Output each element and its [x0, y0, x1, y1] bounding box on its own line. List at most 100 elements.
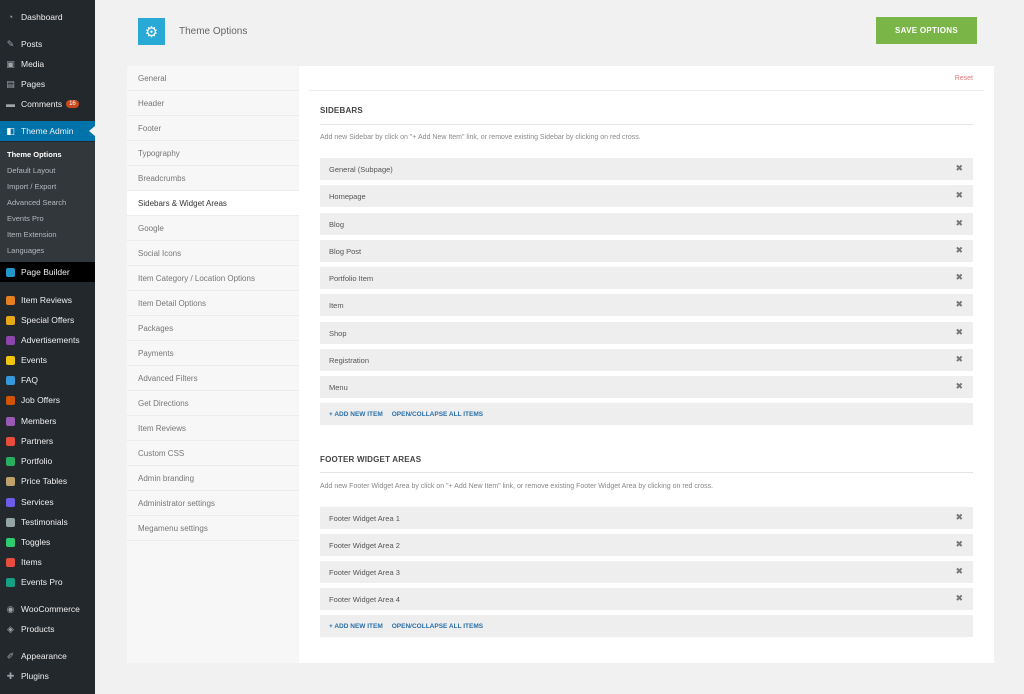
menu-partners[interactable]: Partners — [0, 431, 95, 451]
sidebar-item[interactable]: Blog ✖ — [320, 213, 973, 235]
sidebar-item[interactable]: Item ✖ — [320, 294, 973, 316]
sidebar-item[interactable]: Registration ✖ — [320, 349, 973, 371]
tab-get-directions[interactable]: Get Directions — [127, 391, 299, 416]
menu-testimonials[interactable]: Testimonials — [0, 512, 95, 532]
sidebars-section-title: SIDEBARS — [320, 106, 363, 115]
menu-faq[interactable]: FAQ — [0, 370, 95, 390]
page-title: Theme Options — [179, 26, 248, 37]
toggle-sidebars-link[interactable]: OPEN/COLLAPSE ALL ITEMS — [392, 411, 483, 418]
tab-social-icons[interactable]: Social Icons — [127, 241, 299, 266]
remove-icon[interactable]: ✖ — [955, 246, 963, 255]
sidebar-item[interactable]: Shop ✖ — [320, 322, 973, 344]
remove-icon[interactable]: ✖ — [955, 164, 963, 173]
toggle-footer-widgets-link[interactable]: OPEN/COLLAPSE ALL ITEMS — [392, 623, 483, 630]
tab-packages[interactable]: Packages — [127, 316, 299, 341]
sidebar-item[interactable]: General (Subpage) ✖ — [320, 158, 973, 180]
tab-megamenu-settings[interactable]: Megamenu settings — [127, 516, 299, 541]
tab-administrator-settings[interactable]: Administrator settings — [127, 491, 299, 516]
comments-icon: ▬ — [6, 99, 15, 109]
sidebar-item-label: Blog Post — [329, 246, 362, 256]
admin-sidebar: ◔ Dashboard ✎ Posts ▣ Media ▤ Pages ▬ Comment… — [0, 0, 95, 694]
menu-advertisements[interactable]: Advertisements — [0, 330, 95, 350]
remove-icon[interactable]: ✖ — [955, 191, 963, 200]
submenu-advanced-search[interactable]: Advanced Search — [7, 198, 66, 207]
sidebar-item[interactable]: Portfolio Item ✖ — [320, 267, 973, 289]
menu-posts[interactable]: ✎ Posts — [0, 34, 95, 54]
menu-pages[interactable]: ▤ Pages — [0, 74, 95, 94]
divider — [320, 472, 973, 473]
sidebar-item-label: Menu — [329, 382, 348, 392]
menu-events[interactable]: Events — [0, 350, 95, 370]
tab-sidebars-widget-areas[interactable]: Sidebars & Widget Areas — [127, 191, 299, 216]
menu-woocommerce[interactable]: ◉ WooCommerce — [0, 599, 95, 619]
footer-widget-item[interactable]: Footer Widget Area 1 ✖ — [320, 507, 973, 529]
tab-advanced-filters[interactable]: Advanced Filters — [127, 366, 299, 391]
reset-link[interactable]: Reset — [955, 75, 973, 82]
menu-job-offers[interactable]: Job Offers — [0, 390, 95, 410]
menu-portfolio[interactable]: Portfolio — [0, 451, 95, 471]
remove-icon[interactable]: ✖ — [955, 355, 963, 364]
remove-icon[interactable]: ✖ — [955, 513, 963, 522]
submenu-theme-options[interactable]: Theme Options — [7, 150, 62, 159]
tab-header[interactable]: Header — [127, 91, 299, 116]
menu-price-tables[interactable]: Price Tables — [0, 471, 95, 491]
menu-plugins[interactable]: ✚ Plugins — [0, 666, 95, 686]
services-icon — [5, 497, 16, 508]
footer-widget-item[interactable]: Footer Widget Area 4 ✖ — [320, 588, 973, 610]
submenu-import-export[interactable]: Import / Export — [7, 182, 56, 191]
remove-icon[interactable]: ✖ — [955, 540, 963, 549]
menu-members[interactable]: Members — [0, 411, 95, 431]
tab-custom-css[interactable]: Custom CSS — [127, 441, 299, 466]
tab-item-reviews[interactable]: Item Reviews — [127, 416, 299, 441]
menu-items[interactable]: Items — [0, 552, 95, 572]
toggles-icon — [5, 537, 16, 548]
tab-breadcrumbs[interactable]: Breadcrumbs — [127, 166, 299, 191]
sidebar-item-label: Shop — [329, 328, 347, 338]
tab-google[interactable]: Google — [127, 216, 299, 241]
pin-icon: ✎ — [6, 38, 15, 49]
remove-icon[interactable]: ✖ — [955, 594, 963, 603]
menu-media[interactable]: ▣ Media — [0, 54, 95, 74]
menu-appearance[interactable]: ✐ Appearance — [0, 646, 95, 666]
save-options-button[interactable]: SAVE OPTIONS — [876, 17, 977, 44]
remove-icon[interactable]: ✖ — [955, 382, 963, 391]
menu-comments[interactable]: ▬ Comments 16 — [0, 94, 95, 114]
tab-payments[interactable]: Payments — [127, 341, 299, 366]
job-offers-icon — [5, 395, 16, 406]
menu-events-pro[interactable]: Events Pro — [0, 572, 95, 592]
tab-item-detail-options[interactable]: Item Detail Options — [127, 291, 299, 316]
footer-widget-item[interactable]: Footer Widget Area 3 ✖ — [320, 561, 973, 583]
menu-page-builder[interactable]: Page Builder — [0, 262, 95, 282]
tab-typography[interactable]: Typography — [127, 141, 299, 166]
sidebar-item[interactable]: Blog Post ✖ — [320, 240, 973, 262]
sidebars-description: Add new Sidebar by click on "+ Add New I… — [320, 134, 641, 141]
menu-special-offers[interactable]: Special Offers — [0, 310, 95, 330]
page-builder-icon — [5, 267, 16, 278]
tab-item-category-location[interactable]: Item Category / Location Options — [127, 266, 299, 291]
remove-icon[interactable]: ✖ — [955, 273, 963, 282]
submenu-default-layout[interactable]: Default Layout — [7, 166, 55, 175]
submenu-events-pro[interactable]: Events Pro — [7, 214, 44, 223]
remove-icon[interactable]: ✖ — [955, 328, 963, 337]
menu-products[interactable]: ◈ Products — [0, 619, 95, 639]
tab-general[interactable]: General — [127, 66, 299, 91]
menu-theme-admin[interactable]: ◧ Theme Admin — [0, 121, 95, 141]
sidebar-item[interactable]: Homepage ✖ — [320, 185, 973, 207]
menu-dashboard[interactable]: ◔ Dashboard — [0, 7, 95, 27]
remove-icon[interactable]: ✖ — [955, 219, 963, 228]
sidebar-item[interactable]: Menu ✖ — [320, 376, 973, 398]
remove-icon[interactable]: ✖ — [955, 300, 963, 309]
sidebar-item-label: Item — [329, 300, 344, 310]
submenu-languages[interactable]: Languages — [7, 246, 44, 255]
remove-icon[interactable]: ✖ — [955, 567, 963, 576]
sidebar-item-label: Portfolio Item — [329, 273, 374, 283]
footer-widget-item[interactable]: Footer Widget Area 2 ✖ — [320, 534, 973, 556]
tab-admin-branding[interactable]: Admin branding — [127, 466, 299, 491]
menu-item-reviews[interactable]: Item Reviews — [0, 290, 95, 310]
add-footer-widget-link[interactable]: + ADD NEW ITEM — [329, 623, 383, 630]
add-sidebar-link[interactable]: + ADD NEW ITEM — [329, 411, 383, 418]
submenu-item-extension[interactable]: Item Extension — [7, 230, 57, 239]
menu-toggles[interactable]: Toggles — [0, 532, 95, 552]
tab-footer[interactable]: Footer — [127, 116, 299, 141]
menu-services[interactable]: Services — [0, 492, 95, 512]
